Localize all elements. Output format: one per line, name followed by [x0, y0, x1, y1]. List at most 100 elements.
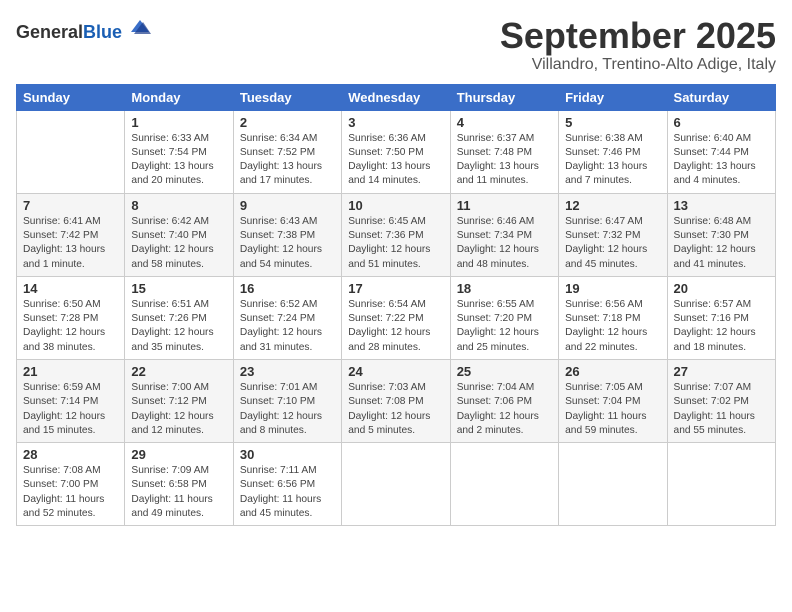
calendar-cell: 15 Sunrise: 6:51 AM Sunset: 7:26 PM Dayli…: [125, 276, 233, 359]
day-number: 2: [240, 115, 335, 130]
calendar-cell: 5 Sunrise: 6:38 AM Sunset: 7:46 PM Daylig…: [559, 110, 667, 193]
day-number: 13: [674, 198, 769, 213]
calendar-cell: [559, 443, 667, 526]
day-info: Sunrise: 6:38 AM Sunset: 7:46 PM Dayligh…: [565, 132, 660, 189]
day-info: Sunrise: 6:41 AM Sunset: 7:42 PM Dayligh…: [23, 215, 118, 272]
day-info: Sunrise: 7:04 AM Sunset: 7:06 PM Dayligh…: [457, 381, 552, 438]
day-number: 1: [131, 115, 226, 130]
day-info: Sunrise: 6:56 AM Sunset: 7:18 PM Dayligh…: [565, 298, 660, 355]
day-info: Sunrise: 6:48 AM Sunset: 7:30 PM Dayligh…: [674, 215, 769, 272]
day-number: 11: [457, 198, 552, 213]
day-info: Sunrise: 6:51 AM Sunset: 7:26 PM Dayligh…: [131, 298, 226, 355]
day-info: Sunrise: 7:03 AM Sunset: 7:08 PM Dayligh…: [348, 381, 443, 438]
month-title: September 2025: [500, 16, 776, 56]
day-info: Sunrise: 6:36 AM Sunset: 7:50 PM Dayligh…: [348, 132, 443, 189]
day-info: Sunrise: 6:55 AM Sunset: 7:20 PM Dayligh…: [457, 298, 552, 355]
header-cell-wednesday: Wednesday: [342, 84, 450, 110]
day-number: 22: [131, 364, 226, 379]
calendar-week-row: 21Sunrise: 6:59 AM Sunset: 7:14 PM Dayli…: [17, 359, 776, 442]
day-info: Sunrise: 6:43 AM Sunset: 7:38 PM Dayligh…: [240, 215, 335, 272]
day-info: Sunrise: 7:11 AM Sunset: 6:56 PM Dayligh…: [240, 464, 335, 521]
calendar-cell: 13 Sunrise: 6:48 AM Sunset: 7:30 PM Dayli…: [667, 193, 775, 276]
header-cell-friday: Friday: [559, 84, 667, 110]
calendar-cell: 29 Sunrise: 7:09 AM Sunset: 6:58 PM Dayli…: [125, 443, 233, 526]
calendar-cell: 16 Sunrise: 6:52 AM Sunset: 7:24 PM Dayli…: [233, 276, 341, 359]
calendar-cell: 25 Sunrise: 7:04 AM Sunset: 7:06 PM Dayli…: [450, 359, 558, 442]
day-info: Sunrise: 6:37 AM Sunset: 7:48 PM Dayligh…: [457, 132, 552, 189]
day-info: Sunrise: 7:05 AM Sunset: 7:04 PM Dayligh…: [565, 381, 660, 438]
calendar-cell: 30 Sunrise: 7:11 AM Sunset: 6:56 PM Dayli…: [233, 443, 341, 526]
day-number: 4: [457, 115, 552, 130]
location-title: Villandro, Trentino-Alto Adige, Italy: [500, 56, 776, 74]
day-info: Sunrise: 6:52 AM Sunset: 7:24 PM Dayligh…: [240, 298, 335, 355]
day-info: Sunrise: 6:42 AM Sunset: 7:40 PM Dayligh…: [131, 215, 226, 272]
calendar-week-row: 1Sunrise: 6:33 AM Sunset: 7:54 PM Daylig…: [17, 110, 776, 193]
day-info: Sunrise: 6:59 AM Sunset: 7:14 PM Dayligh…: [23, 381, 118, 438]
calendar-header-row: SundayMondayTuesdayWednesdayThursdayFrid…: [17, 84, 776, 110]
day-info: Sunrise: 7:09 AM Sunset: 6:58 PM Dayligh…: [131, 464, 226, 521]
day-number: 12: [565, 198, 660, 213]
calendar-cell: 8Sunrise: 6:42 AM Sunset: 7:40 PM Daylig…: [125, 193, 233, 276]
calendar-week-row: 7 Sunrise: 6:41 AM Sunset: 7:42 PM Daylig…: [17, 193, 776, 276]
day-number: 16: [240, 281, 335, 296]
day-info: Sunrise: 6:47 AM Sunset: 7:32 PM Dayligh…: [565, 215, 660, 272]
day-number: 26: [565, 364, 660, 379]
calendar-cell: 11 Sunrise: 6:46 AM Sunset: 7:34 PM Dayli…: [450, 193, 558, 276]
header-cell-monday: Monday: [125, 84, 233, 110]
day-number: 5: [565, 115, 660, 130]
day-number: 27: [674, 364, 769, 379]
calendar-cell: 6 Sunrise: 6:40 AM Sunset: 7:44 PM Daylig…: [667, 110, 775, 193]
day-info: Sunrise: 6:46 AM Sunset: 7:34 PM Dayligh…: [457, 215, 552, 272]
title-block: September 2025 Villandro, Trentino-Alto …: [500, 16, 776, 74]
day-number: 14: [23, 281, 118, 296]
calendar-cell: [450, 443, 558, 526]
calendar-cell: 28 Sunrise: 7:08 AM Sunset: 7:00 PM Dayli…: [17, 443, 125, 526]
day-number: 25: [457, 364, 552, 379]
day-info: Sunrise: 7:01 AM Sunset: 7:10 PM Dayligh…: [240, 381, 335, 438]
calendar-cell: 1Sunrise: 6:33 AM Sunset: 7:54 PM Daylig…: [125, 110, 233, 193]
day-info: Sunrise: 6:57 AM Sunset: 7:16 PM Dayligh…: [674, 298, 769, 355]
calendar-cell: 3 Sunrise: 6:36 AM Sunset: 7:50 PM Daylig…: [342, 110, 450, 193]
logo-blue: Blue: [83, 22, 122, 42]
header-cell-thursday: Thursday: [450, 84, 558, 110]
day-number: 7: [23, 198, 118, 213]
calendar-cell: 19 Sunrise: 6:56 AM Sunset: 7:18 PM Dayli…: [559, 276, 667, 359]
day-number: 24: [348, 364, 443, 379]
calendar-cell: 12 Sunrise: 6:47 AM Sunset: 7:32 PM Dayli…: [559, 193, 667, 276]
day-number: 30: [240, 447, 335, 462]
calendar-cell: [342, 443, 450, 526]
calendar-cell: 2 Sunrise: 6:34 AM Sunset: 7:52 PM Daylig…: [233, 110, 341, 193]
calendar-cell: 9 Sunrise: 6:43 AM Sunset: 7:38 PM Daylig…: [233, 193, 341, 276]
day-number: 3: [348, 115, 443, 130]
day-info: Sunrise: 6:50 AM Sunset: 7:28 PM Dayligh…: [23, 298, 118, 355]
calendar-cell: 10Sunrise: 6:45 AM Sunset: 7:36 PM Dayli…: [342, 193, 450, 276]
day-number: 19: [565, 281, 660, 296]
day-info: Sunrise: 7:07 AM Sunset: 7:02 PM Dayligh…: [674, 381, 769, 438]
calendar-cell: 4 Sunrise: 6:37 AM Sunset: 7:48 PM Daylig…: [450, 110, 558, 193]
calendar-cell: [17, 110, 125, 193]
calendar-cell: 7 Sunrise: 6:41 AM Sunset: 7:42 PM Daylig…: [17, 193, 125, 276]
day-info: Sunrise: 7:08 AM Sunset: 7:00 PM Dayligh…: [23, 464, 118, 521]
page-header: GeneralBlue September 2025 Villandro, Tr…: [16, 16, 776, 74]
header-cell-saturday: Saturday: [667, 84, 775, 110]
calendar-table: SundayMondayTuesdayWednesdayThursdayFrid…: [16, 84, 776, 527]
day-number: 9: [240, 198, 335, 213]
day-info: Sunrise: 6:34 AM Sunset: 7:52 PM Dayligh…: [240, 132, 335, 189]
day-number: 18: [457, 281, 552, 296]
day-info: Sunrise: 6:54 AM Sunset: 7:22 PM Dayligh…: [348, 298, 443, 355]
header-cell-tuesday: Tuesday: [233, 84, 341, 110]
calendar-cell: 23Sunrise: 7:01 AM Sunset: 7:10 PM Dayli…: [233, 359, 341, 442]
calendar-cell: 22Sunrise: 7:00 AM Sunset: 7:12 PM Dayli…: [125, 359, 233, 442]
day-number: 6: [674, 115, 769, 130]
day-number: 15: [131, 281, 226, 296]
logo: GeneralBlue: [16, 16, 151, 43]
header-cell-sunday: Sunday: [17, 84, 125, 110]
logo-icon: [129, 16, 151, 38]
calendar-cell: 27 Sunrise: 7:07 AM Sunset: 7:02 PM Dayli…: [667, 359, 775, 442]
calendar-cell: 26 Sunrise: 7:05 AM Sunset: 7:04 PM Dayli…: [559, 359, 667, 442]
day-number: 29: [131, 447, 226, 462]
calendar-cell: [667, 443, 775, 526]
calendar-cell: 21Sunrise: 6:59 AM Sunset: 7:14 PM Dayli…: [17, 359, 125, 442]
day-number: 28: [23, 447, 118, 462]
day-info: Sunrise: 6:40 AM Sunset: 7:44 PM Dayligh…: [674, 132, 769, 189]
